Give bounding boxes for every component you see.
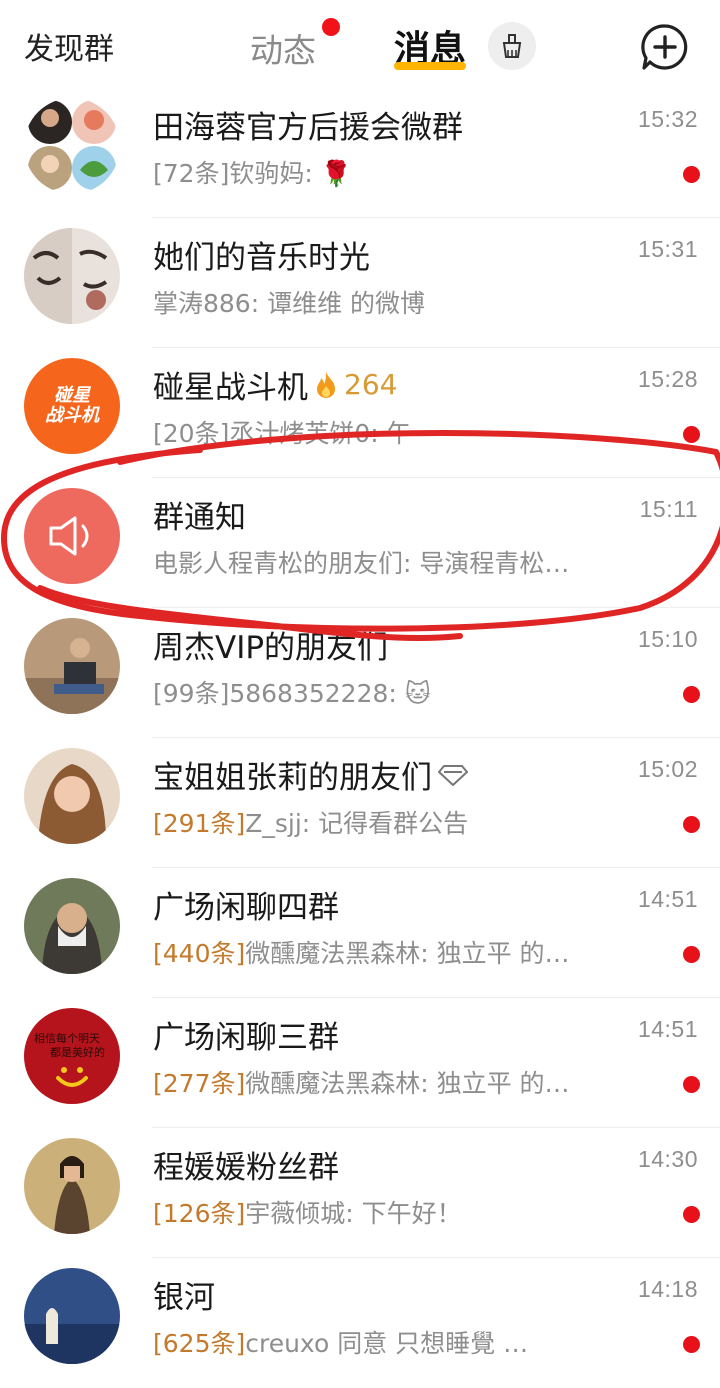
group-avatar bbox=[24, 618, 120, 714]
conversation-title: 广场闲聊三群 bbox=[153, 1020, 339, 1056]
unread-dot bbox=[683, 426, 700, 443]
clean-unread-button[interactable] bbox=[488, 22, 536, 70]
unread-dot bbox=[683, 166, 700, 183]
conversation-preview: [291条]Z_sjj: 记得看群公告 bbox=[153, 809, 469, 838]
conversation-preview: 电影人程青松的朋友们: 导演程青松… bbox=[153, 549, 570, 578]
conversation-preview: [126条]宇薇倾城: 下午好！ bbox=[153, 1199, 462, 1228]
conversation-title: 银河 bbox=[153, 1280, 215, 1316]
unread-dot bbox=[683, 686, 700, 703]
conversation-row[interactable]: 周杰VIP的朋友们 15:10 [99条]5868352228: 🐱 bbox=[0, 608, 720, 738]
active-tab-indicator bbox=[394, 62, 466, 70]
group-avatar: 相信每个明天 都是美好的 bbox=[24, 1008, 120, 1104]
conversation-row[interactable]: 田海蓉官方后援会微群 15:32 [72条]钦驹妈: 🌹 bbox=[0, 88, 720, 218]
conversation-row[interactable]: 宝姐姐张莉的朋友们 15:02 [291条]Z_sjj: 记得看群公告 bbox=[0, 738, 720, 868]
add-chat-icon bbox=[641, 24, 688, 70]
conversation-title: 宝姐姐张莉的朋友们 bbox=[153, 752, 468, 797]
conversation-row[interactable]: 碰星 战斗机 碰星战斗机 264 15:28 [20条]丞汁烤芙饼0: 午 bbox=[0, 348, 720, 478]
dynamic-unread-dot bbox=[322, 18, 340, 36]
conversation-row-group-notice[interactable]: 群通知 15:11 电影人程青松的朋友们: 导演程青松… bbox=[0, 478, 720, 608]
conversation-title: 周杰VIP的朋友们 bbox=[153, 630, 389, 666]
conversation-preview: [20条]丞汁烤芙饼0: 午 bbox=[153, 419, 412, 448]
tab-dynamic[interactable]: 动态 bbox=[250, 24, 316, 72]
group-avatar bbox=[24, 1138, 120, 1234]
conversation-time: 15:02 bbox=[637, 756, 698, 782]
group-avatar bbox=[24, 748, 120, 844]
conversation-time: 15:32 bbox=[637, 106, 698, 132]
conversation-title: 程媛媛粉丝群 bbox=[153, 1150, 339, 1186]
conversation-time: 14:51 bbox=[637, 1016, 698, 1042]
conversation-preview: [440条]微醺魔法黑森林: 独立平 的… bbox=[153, 939, 570, 968]
discover-groups-button[interactable]: 发现群 bbox=[24, 24, 114, 68]
conversation-time: 15:11 bbox=[639, 496, 698, 522]
conversation-title: 广场闲聊四群 bbox=[153, 890, 339, 926]
unread-dot bbox=[683, 1076, 700, 1093]
top-bar: 发现群 动态 消息 bbox=[0, 0, 720, 88]
unread-dot bbox=[683, 946, 700, 963]
conversation-time: 14:30 bbox=[637, 1146, 698, 1172]
conversation-time: 14:51 bbox=[637, 886, 698, 912]
conversation-row[interactable]: 她们的音乐时光 15:31 掌涛886: 谭维维 的微博 bbox=[0, 218, 720, 348]
fire-icon bbox=[317, 371, 335, 398]
conversation-row[interactable]: 广场闲聊四群 14:51 [440条]微醺魔法黑森林: 独立平 的… bbox=[0, 868, 720, 998]
heat-count: 264 bbox=[344, 368, 398, 401]
conversation-preview: [72条]钦驹妈: 🌹 bbox=[153, 159, 352, 188]
conversation-preview: [277条]微醺魔法黑森林: 独立平 的… bbox=[153, 1069, 570, 1098]
conversation-time: 15:10 bbox=[637, 626, 698, 652]
conversation-time: 14:18 bbox=[637, 1276, 698, 1302]
unread-dot bbox=[683, 1206, 700, 1223]
conversation-row[interactable]: 程媛媛粉丝群 14:30 [126条]宇薇倾城: 下午好！ bbox=[0, 1128, 720, 1258]
conversation-time: 15:31 bbox=[637, 236, 698, 262]
conversation-time: 15:28 bbox=[637, 366, 698, 392]
conversation-title: 田海蓉官方后援会微群 bbox=[153, 110, 463, 146]
conversation-title: 碰星战斗机 264 bbox=[153, 368, 398, 406]
group-avatar bbox=[24, 878, 120, 974]
group-avatar-logo: 碰星 战斗机 bbox=[24, 358, 120, 454]
new-chat-button[interactable] bbox=[640, 22, 690, 72]
group-notice-avatar bbox=[24, 488, 120, 584]
unread-dot bbox=[683, 1336, 700, 1353]
conversation-preview: [99条]5868352228: 🐱 bbox=[153, 679, 431, 708]
conversation-row[interactable]: 相信每个明天 都是美好的 广场闲聊三群 14:51 [277条]微醺魔法黑森林:… bbox=[0, 998, 720, 1128]
broom-icon bbox=[502, 34, 522, 58]
group-avatar bbox=[24, 228, 120, 324]
conversation-title: 群通知 bbox=[153, 500, 246, 536]
diamond-icon bbox=[438, 764, 468, 786]
speaker-icon bbox=[49, 516, 89, 556]
group-avatar-grid bbox=[24, 98, 120, 194]
conversation-preview: 掌涛886: 谭维维 的微博 bbox=[153, 289, 426, 318]
conversation-row[interactable]: 银河 14:18 [625条]creuxo 同意 只想睡覺 … bbox=[0, 1258, 720, 1388]
conversation-title: 她们的音乐时光 bbox=[153, 240, 370, 276]
unread-dot bbox=[683, 816, 700, 833]
conversation-preview: [625条]creuxo 同意 只想睡覺 … bbox=[153, 1329, 529, 1358]
